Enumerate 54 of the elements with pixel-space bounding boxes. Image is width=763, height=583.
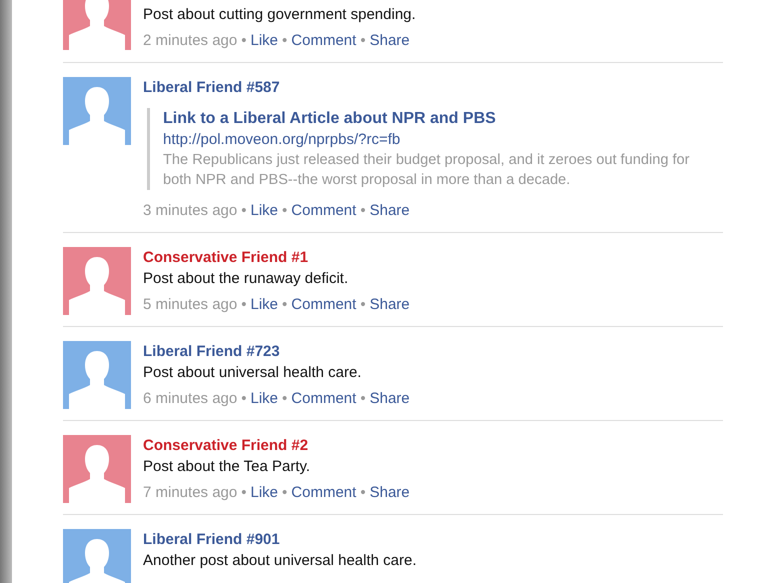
timestamp: 5 minutes ago bbox=[143, 296, 238, 313]
author-link[interactable]: Liberal Friend #901 bbox=[143, 529, 417, 550]
separator-dot: • bbox=[282, 296, 288, 313]
timestamp: 7 minutes ago bbox=[143, 484, 238, 501]
post-text: Post about cutting government spending. bbox=[143, 5, 416, 25]
action-link[interactable]: Comment bbox=[291, 32, 356, 49]
post-text: Another post about universal health care. bbox=[143, 551, 417, 571]
link-url[interactable]: http://pol.moveon.org/nprpbs/?rc=fb bbox=[163, 129, 712, 150]
separator-dot: • bbox=[282, 390, 288, 407]
action-link[interactable]: Like bbox=[250, 390, 278, 407]
action-link[interactable]: Share bbox=[370, 32, 410, 49]
separator-dot: • bbox=[241, 32, 246, 49]
link-description: The Republicans just released their budget proposal, and it zeroes out funding for both NPR and PBS--the worst proposal in more than a decade. bbox=[163, 151, 691, 190]
avatar[interactable] bbox=[63, 77, 131, 145]
timestamp: 2 minutes ago bbox=[143, 32, 238, 49]
separator-dot: • bbox=[282, 484, 288, 501]
separator-dot: • bbox=[360, 296, 366, 313]
separator-dot: • bbox=[282, 32, 288, 49]
avatar[interactable] bbox=[63, 341, 131, 409]
separator-dot: • bbox=[360, 484, 366, 501]
author-link[interactable]: Liberal Friend #723 bbox=[143, 341, 410, 362]
action-link[interactable]: Comment bbox=[291, 484, 356, 501]
timestamp: 6 minutes ago bbox=[143, 390, 238, 407]
action-link[interactable]: Comment bbox=[291, 296, 356, 313]
avatar[interactable] bbox=[63, 529, 131, 583]
action-link[interactable]: Share bbox=[370, 390, 410, 407]
avatar[interactable] bbox=[63, 247, 131, 315]
separator-dot: • bbox=[282, 202, 288, 219]
action-link[interactable]: Comment bbox=[291, 202, 356, 219]
separator-dot: • bbox=[241, 484, 246, 501]
avatar[interactable] bbox=[63, 0, 131, 50]
author-link[interactable]: Liberal Friend #587 bbox=[143, 77, 712, 98]
action-link[interactable]: Share bbox=[370, 202, 410, 219]
action-link[interactable]: Like bbox=[250, 484, 278, 501]
action-link[interactable]: Like bbox=[250, 202, 278, 219]
post-text: Post about the Tea Party. bbox=[143, 457, 312, 477]
timestamp: 3 minutes ago bbox=[143, 202, 238, 219]
post-text: Post about universal health care. bbox=[143, 363, 362, 383]
action-link[interactable]: Share bbox=[370, 296, 410, 313]
action-link[interactable]: Share bbox=[370, 484, 410, 501]
link-title[interactable]: Link to a Liberal Article about NPR and PBS bbox=[163, 108, 712, 129]
separator-dot: • bbox=[360, 202, 366, 219]
action-link[interactable]: Like bbox=[250, 296, 278, 313]
post-text: Post about the runaway deficit. bbox=[143, 269, 350, 289]
separator-dot: • bbox=[360, 390, 366, 407]
separator-dot: • bbox=[241, 390, 246, 407]
author-link[interactable]: Conservative Friend #1 bbox=[143, 247, 410, 268]
action-link[interactable]: Like bbox=[250, 32, 278, 49]
separator-dot: • bbox=[360, 32, 366, 49]
action-link[interactable]: Comment bbox=[291, 390, 356, 407]
author-link[interactable]: Conservative Friend #2 bbox=[143, 435, 410, 456]
avatar[interactable] bbox=[63, 435, 131, 503]
separator-dot: • bbox=[241, 202, 246, 219]
separator-dot: • bbox=[241, 296, 246, 313]
